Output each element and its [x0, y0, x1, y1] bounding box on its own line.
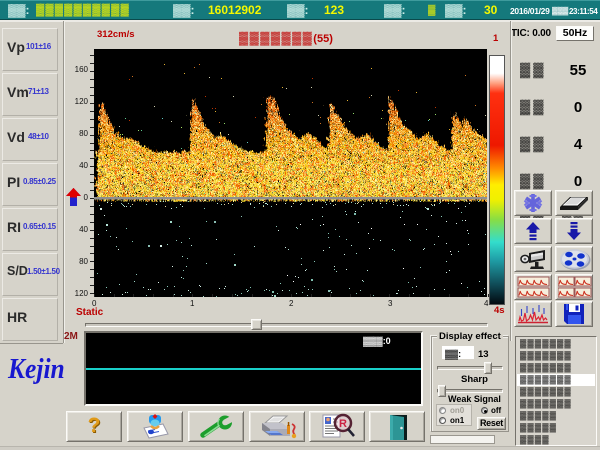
svg-text:R: R: [339, 418, 347, 430]
